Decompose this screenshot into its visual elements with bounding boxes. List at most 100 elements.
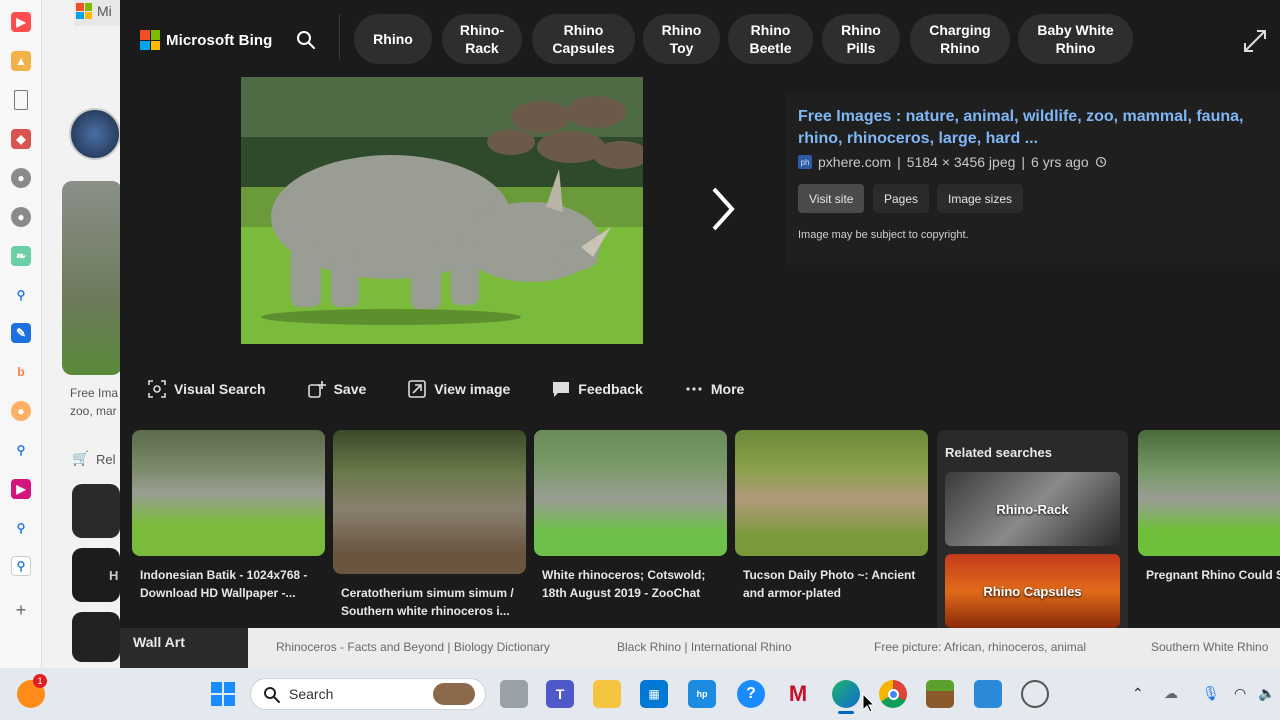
edit-app-icon[interactable]: ✎ [11, 323, 31, 343]
chip-rhino-capsules[interactable]: Rhino Capsules [532, 14, 635, 64]
background-link[interactable]: Rhinoceros - Facts and Beyond | Biology … [276, 640, 550, 654]
taskbar-search-label: Search [289, 686, 334, 702]
expand-icon[interactable] [1242, 28, 1268, 54]
widgets-icon[interactable]: 1 [17, 674, 47, 708]
help-icon[interactable]: ? [737, 680, 765, 708]
minecraft-icon[interactable] [926, 680, 954, 708]
onedrive-icon[interactable]: ☁ [1164, 685, 1178, 702]
file-explorer-icon[interactable] [593, 680, 621, 708]
circle-app-icon-2[interactable]: ● [11, 207, 31, 227]
chrome-center-icon [887, 688, 899, 700]
site-name[interactable]: pxhere.com [818, 154, 891, 170]
save-button[interactable]: Save [307, 380, 367, 398]
chip-rhino-beetle[interactable]: Rhino Beetle [728, 14, 813, 64]
background-link[interactable]: Free picture: African, rhinoceros, anima… [874, 640, 1086, 654]
background-thumb-2: H [72, 548, 120, 602]
bing-logo[interactable]: Microsoft Bing [140, 30, 272, 50]
add-icon[interactable]: + [11, 600, 31, 620]
search-icon-2[interactable]: ⚲ [11, 440, 31, 460]
search-button[interactable] [288, 22, 324, 58]
related-search-rhino-rack[interactable]: Rhino-Rack [945, 472, 1120, 546]
result-caption: White rhinoceros; Cotswold; 18th August … [542, 568, 706, 600]
chatgpt-icon[interactable] [1021, 680, 1049, 708]
related-searches-title: Related searches [945, 445, 1052, 460]
task-view-icon[interactable] [500, 680, 528, 708]
image-title-link[interactable]: Free Images : nature, animal, wildlife, … [798, 106, 1268, 150]
chip-rhino-pills[interactable]: Rhino Pills [822, 14, 900, 64]
result-item[interactable]: Pregnant Rhino Could S Nearly Extinct Re… [1138, 430, 1280, 584]
feedback-label: Feedback [578, 381, 643, 397]
site-favicon-icon: ph [798, 155, 812, 169]
search-highlight-icon [433, 683, 475, 705]
view-image-label: View image [434, 381, 511, 397]
hp-app-icon[interactable]: hp [688, 680, 716, 708]
next-image-arrow-icon[interactable] [708, 185, 738, 233]
background-page: Mi Free Ima zoo, mar 🛒 Rel H [42, 0, 120, 668]
chip-rhino-toy[interactable]: Rhino Toy [643, 14, 720, 64]
video-app-icon[interactable]: ▶ [11, 479, 31, 499]
chip-baby-white-rhino[interactable]: Baby White Rhino [1018, 14, 1133, 64]
chip-label: Baby White Rhino [1037, 22, 1114, 56]
chrome-icon[interactable] [879, 680, 907, 708]
visit-site-button[interactable]: Visit site [798, 184, 865, 213]
background-link[interactable]: Black Rhino | International Rhino [617, 640, 792, 654]
main-image[interactable] [241, 77, 643, 344]
chip-charging-rhino[interactable]: Charging Rhino [910, 14, 1010, 64]
circle-app-icon[interactable]: ● [11, 168, 31, 188]
result-item[interactable]: Tucson Daily Photo ~: Ancient and armor-… [735, 430, 928, 602]
background-caption: Free Ima zoo, mar [70, 384, 118, 420]
leaf-icon[interactable]: ❧ [11, 246, 31, 266]
wifi-icon[interactable]: ◠ [1234, 685, 1246, 702]
start-button[interactable] [209, 680, 237, 708]
more-icon [686, 387, 702, 391]
more-label: More [710, 381, 745, 397]
office-icon[interactable]: ◆ [11, 129, 31, 149]
view-image-icon [408, 380, 427, 398]
edge-browser-icon[interactable] [832, 680, 860, 714]
search-icon-3[interactable]: ⚲ [11, 518, 31, 538]
search-icon[interactable]: ⚲ [11, 285, 31, 305]
visual-search-button[interactable]: Visual Search [148, 380, 266, 398]
rhino-image [241, 77, 643, 344]
feedback-button[interactable]: Feedback [552, 380, 643, 398]
orange-app-icon[interactable]: ● [11, 401, 31, 421]
notification-badge: 1 [33, 674, 47, 688]
result-caption: Indonesian Batik - 1024x768 - Download H… [140, 568, 308, 600]
search-icon-active[interactable]: ⚲ [11, 556, 31, 576]
taskbar-search-box[interactable]: Search [250, 678, 486, 710]
active-app-indicator [838, 711, 854, 714]
pages-button[interactable]: Pages [873, 184, 930, 213]
youtube-icon[interactable]: ▶ [11, 12, 31, 32]
background-link[interactable]: Southern White Rhino [1151, 640, 1268, 654]
result-item[interactable]: Indonesian Batik - 1024x768 - Download H… [132, 430, 325, 602]
background-item-label: H [109, 568, 119, 583]
view-image-button[interactable]: View image [408, 380, 510, 398]
wall-art-card[interactable]: Wall Art [120, 628, 248, 668]
edge-sidebar: ▶ ▲ ◆ ● ● ❧ ⚲ ✎ b ● ⚲ ▶ ⚲ ⚲ + [0, 0, 42, 668]
store-icon[interactable]: ▦ [640, 680, 668, 708]
save-label: Save [333, 381, 367, 397]
result-thumbnail [534, 430, 727, 556]
microphone-icon[interactable]: 🎙 [1202, 685, 1220, 702]
b-app-icon[interactable]: b [11, 362, 31, 382]
chip-rhino-rack[interactable]: Rhino- Rack [442, 14, 522, 64]
microsoft-logo-icon [140, 30, 160, 50]
result-item[interactable]: Ceratotherium simum simum / Southern whi… [333, 430, 526, 620]
teams-icon[interactable]: T [546, 680, 574, 708]
volume-icon[interactable]: 🔈 [1258, 685, 1275, 702]
result-thumbnail [132, 430, 325, 556]
header-divider [339, 14, 340, 60]
background-caption-line-2: zoo, mar [70, 404, 117, 418]
mcafee-icon[interactable]: M [784, 680, 812, 708]
messaging-app-icon[interactable] [974, 680, 1002, 708]
chip-rhino[interactable]: Rhino [354, 14, 432, 64]
image-dimensions: 5184 × 3456 jpeg [906, 154, 1016, 170]
related-search-rhino-capsules[interactable]: Rhino Capsules [945, 554, 1120, 628]
result-item[interactable]: White rhinoceros; Cotswold; 18th August … [534, 430, 727, 602]
more-button[interactable]: More [685, 380, 744, 398]
document-icon[interactable] [14, 90, 28, 110]
chart-icon[interactable]: ▲ [11, 51, 31, 71]
image-sizes-button[interactable]: Image sizes [937, 184, 1024, 213]
show-hidden-icons-icon[interactable]: ⌃ [1132, 685, 1144, 702]
background-caption-line-1: Free Ima [70, 386, 119, 400]
